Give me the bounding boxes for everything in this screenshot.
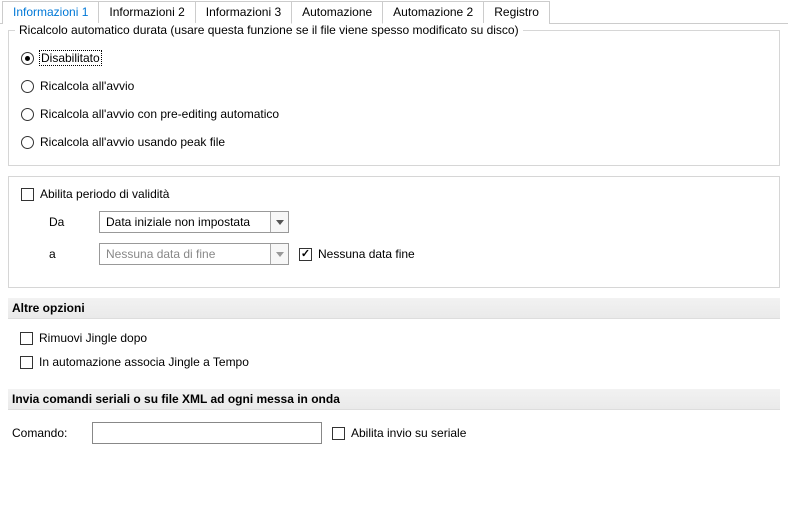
validity-from-label: Da bbox=[49, 215, 89, 229]
serial-enable-row[interactable]: Abilita invio su seriale bbox=[332, 426, 466, 440]
other-options: Rimuovi Jingle dopo In automazione assoc… bbox=[8, 325, 780, 379]
validity-to-value: Nessuna data di fine bbox=[100, 247, 270, 261]
radio-onstart-label: Ricalcola all'avvio bbox=[40, 79, 134, 93]
validity-from-row: Da Data iniziale non impostata bbox=[49, 211, 769, 233]
remove-jingle-checkbox[interactable] bbox=[20, 332, 33, 345]
chevron-down-icon[interactable] bbox=[270, 244, 288, 264]
tab-informazioni-2[interactable]: Informazioni 2 bbox=[98, 1, 195, 24]
radio-row-onstart-pre[interactable]: Ricalcola all'avvio con pre-editing auto… bbox=[21, 107, 769, 121]
radio-onstart-pre[interactable] bbox=[21, 108, 34, 121]
no-end-label: Nessuna data fine bbox=[318, 247, 415, 261]
validity-from-value: Data iniziale non impostata bbox=[100, 215, 270, 229]
validity-enable-checkbox[interactable] bbox=[21, 188, 34, 201]
assoc-label: In automazione associa Jingle a Tempo bbox=[39, 355, 249, 369]
other-header: Altre opzioni bbox=[8, 298, 780, 319]
assoc-row[interactable]: In automazione associa Jingle a Tempo bbox=[20, 355, 772, 369]
command-input[interactable] bbox=[92, 422, 322, 444]
validity-from-dropdown[interactable]: Data iniziale non impostata bbox=[99, 211, 289, 233]
serial-enable-label: Abilita invio su seriale bbox=[351, 426, 466, 440]
tab-informazioni-3[interactable]: Informazioni 3 bbox=[195, 1, 292, 24]
serial-enable-checkbox[interactable] bbox=[332, 427, 345, 440]
validity-to-label: a bbox=[49, 247, 89, 261]
tab-registro[interactable]: Registro bbox=[483, 1, 550, 24]
tab-automazione[interactable]: Automazione bbox=[291, 1, 383, 24]
recalc-group: Ricalcolo automatico durata (usare quest… bbox=[8, 30, 780, 166]
radio-row-disabled[interactable]: Disabilitato bbox=[21, 51, 769, 65]
radio-onstart-pre-label: Ricalcola all'avvio con pre-editing auto… bbox=[40, 107, 279, 121]
remove-jingle-label: Rimuovi Jingle dopo bbox=[39, 331, 147, 345]
validity-group: Abilita periodo di validità Da Data iniz… bbox=[8, 176, 780, 288]
radio-onstart-peak-label: Ricalcola all'avvio usando peak file bbox=[40, 135, 225, 149]
validity-to-dropdown[interactable]: Nessuna data di fine bbox=[99, 243, 289, 265]
command-label: Comando: bbox=[12, 426, 92, 440]
validity-to-row: a Nessuna data di fine Nessuna data fine bbox=[49, 243, 769, 265]
tab-informazioni-1[interactable]: Informazioni 1 bbox=[2, 1, 99, 24]
assoc-checkbox[interactable] bbox=[20, 356, 33, 369]
serial-header: Invia comandi seriali o su file XML ad o… bbox=[8, 389, 780, 410]
remove-jingle-row[interactable]: Rimuovi Jingle dopo bbox=[20, 331, 772, 345]
radio-disabled[interactable] bbox=[21, 52, 34, 65]
no-end-checkbox[interactable] bbox=[299, 248, 312, 261]
radio-row-onstart[interactable]: Ricalcola all'avvio bbox=[21, 79, 769, 93]
tab-bar: Informazioni 1 Informazioni 2 Informazio… bbox=[0, 0, 788, 24]
radio-onstart[interactable] bbox=[21, 80, 34, 93]
radio-disabled-label: Disabilitato bbox=[40, 51, 101, 65]
radio-onstart-peak[interactable] bbox=[21, 136, 34, 149]
recalc-legend: Ricalcolo automatico durata (usare quest… bbox=[15, 23, 523, 37]
command-row: Comando: Abilita invio su seriale bbox=[12, 422, 780, 444]
radio-row-onstart-peak[interactable]: Ricalcola all'avvio usando peak file bbox=[21, 135, 769, 149]
no-end-row[interactable]: Nessuna data fine bbox=[299, 247, 415, 261]
validity-enable-row[interactable]: Abilita periodo di validità bbox=[21, 187, 769, 201]
validity-enable-label: Abilita periodo di validità bbox=[40, 187, 169, 201]
tab-content: Ricalcolo automatico durata (usare quest… bbox=[0, 24, 788, 464]
chevron-down-icon[interactable] bbox=[270, 212, 288, 232]
tab-automazione-2[interactable]: Automazione 2 bbox=[382, 1, 484, 24]
